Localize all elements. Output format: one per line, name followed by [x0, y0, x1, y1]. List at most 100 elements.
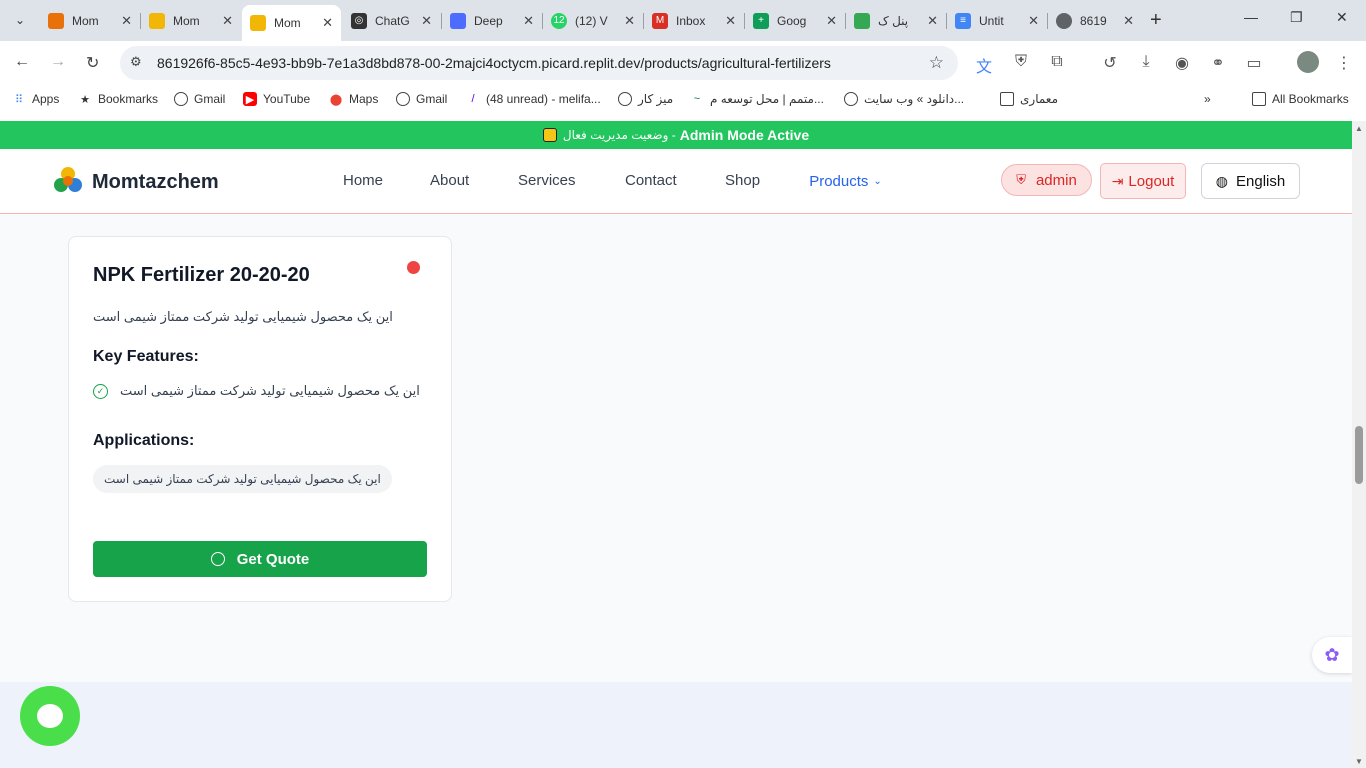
close-icon[interactable]: ✕ [222, 13, 233, 29]
feature-text: این یک محصول شیمیایی تولید شرکت ممتاز شی… [120, 383, 420, 398]
logout-label: Logout [1128, 172, 1175, 190]
bookmark-bookmarks[interactable]: ★ Bookmarks [78, 92, 158, 106]
browser-tab-5[interactable]: Deep ✕ [442, 6, 542, 35]
bookmark-download-site[interactable]: دانلود » وب سایت... [844, 92, 964, 106]
logout-button[interactable]: ⇥ Logout [1100, 163, 1186, 199]
close-icon[interactable]: ✕ [624, 13, 635, 29]
bookmark-gmail[interactable]: Gmail [174, 92, 225, 106]
nav-home[interactable]: Home [343, 172, 383, 189]
scrollbar-thumb[interactable] [1355, 426, 1363, 484]
browser-tab-10[interactable]: ≡ Untit ✕ [947, 6, 1047, 35]
kebab-menu-icon[interactable]: ⋮ [1334, 53, 1354, 73]
applications-heading: Applications: [93, 432, 195, 449]
bookmark-youtube[interactable]: ▶ YouTube [243, 92, 310, 106]
browser-tab-active[interactable]: Mom ✕ [242, 5, 341, 41]
url-text[interactable]: 861926f6-85c5-4e93-bb9b-7e1a3d8bd878-00-… [157, 55, 831, 71]
bookmark-all-bookmarks[interactable]: All Bookmarks [1252, 92, 1349, 106]
nav-about[interactable]: About [430, 172, 469, 189]
scroll-down-arrow-icon[interactable]: ▼ [1355, 757, 1363, 766]
apps-grid-icon: ⠿ [14, 93, 24, 106]
close-window-icon[interactable]: ✕ [1336, 9, 1348, 26]
nav-services[interactable]: Services [518, 172, 576, 189]
momtazchem-logo-icon[interactable] [52, 165, 84, 197]
close-icon[interactable]: ✕ [927, 13, 938, 29]
forward-arrow-icon[interactable]: → [50, 53, 66, 71]
nav-products-dropdown[interactable]: Products ⌄ [795, 161, 896, 201]
tab-groups-icon[interactable]: ▭ [1244, 53, 1264, 73]
google-docs-icon: ≡ [955, 12, 971, 29]
page-scrollbar[interactable]: ▲ ▼ [1352, 121, 1366, 768]
google-translate-icon[interactable]: 文 [974, 53, 994, 77]
motamem-icon: ~ [693, 93, 701, 105]
scroll-up-arrow-icon[interactable]: ▲ [1355, 124, 1363, 133]
web-page: وضعیت مدیریت فعال - Admin Mode Active Mo… [0, 121, 1352, 768]
screenshot-icon[interactable]: ◉ [1172, 53, 1192, 73]
ai-assistant-brain-icon[interactable]: ✿ [1312, 637, 1352, 673]
bookmark-gmail-2[interactable]: Gmail [396, 92, 447, 106]
close-icon[interactable]: ✕ [523, 13, 534, 29]
get-quote-button[interactable]: Get Quote [93, 541, 427, 577]
bookmark-apps[interactable]: ⠿ Apps [12, 92, 59, 106]
nav-shop[interactable]: Shop [725, 172, 760, 189]
tab-search-chevron-icon[interactable]: ⌄ [8, 8, 32, 32]
globe-icon [174, 92, 188, 106]
browser-tab-8[interactable]: + Goog ✕ [745, 6, 845, 35]
browser-tab-11[interactable]: 8619 ✕ [1048, 6, 1142, 35]
momtazchem-logo-icon [250, 15, 266, 31]
google-sheets-plus-icon: + [753, 12, 769, 29]
close-icon[interactable]: ✕ [121, 13, 132, 29]
browser-tab-2[interactable]: Mom ✕ [141, 6, 241, 35]
site-settings-icon[interactable]: ⚙ [130, 54, 142, 70]
chatgpt-icon: ◎ [351, 12, 367, 29]
bookmark-motamem[interactable]: ~ متمم | محل توسعه م... [690, 92, 824, 106]
close-icon[interactable]: ✕ [1028, 13, 1039, 29]
globe-icon [618, 92, 632, 106]
back-arrow-icon[interactable]: ← [14, 53, 30, 71]
yahoo-icon: / [471, 93, 475, 105]
profile-avatar[interactable] [1297, 51, 1319, 73]
shield-extension-icon[interactable]: ⛨ [1011, 53, 1031, 71]
browser-tab-strip: ⌄ Mom ✕ Mom ✕ Mom ✕ ◎ ChatG ✕ Deep ✕ 12 … [0, 0, 1366, 41]
language-switcher-button[interactable]: ◍ English [1201, 163, 1300, 199]
address-bar[interactable]: ⚙ 861926f6-85c5-4e93-bb9b-7e1a3d8bd878-0… [120, 46, 958, 80]
youtube-icon: ▶ [243, 92, 257, 106]
bookmarks-overflow-icon[interactable]: » [1204, 92, 1211, 106]
key-features-heading: Key Features: [93, 348, 199, 365]
close-icon[interactable]: ✕ [1123, 13, 1134, 29]
admin-badge-button[interactable]: ⛨ admin [1001, 164, 1092, 196]
fertilizer-icon [48, 12, 64, 29]
download-icon[interactable]: ⤓ [1136, 53, 1156, 71]
admin-mode-text: Admin Mode Active [679, 127, 810, 143]
history-icon[interactable]: ↺ [1100, 53, 1120, 73]
minimize-icon[interactable]: — [1244, 9, 1258, 25]
browser-tab-4[interactable]: ◎ ChatG ✕ [343, 6, 440, 35]
globe-icon [844, 92, 858, 106]
status-indicator-dot [407, 261, 420, 274]
browser-tab-6[interactable]: 12 (12) V ✕ [543, 6, 643, 35]
browser-tab-1[interactable]: Mom ✕ [40, 6, 140, 35]
extensions-puzzle-icon[interactable]: ⧉ [1047, 53, 1067, 71]
restore-icon[interactable]: ❐ [1290, 9, 1303, 26]
close-icon[interactable]: ✕ [322, 15, 333, 31]
bookmark-folder-architecture[interactable]: معماری [1000, 92, 1058, 106]
bookmark-star-icon[interactable]: ☆ [929, 53, 944, 73]
browser-tab-7[interactable]: M Inbox ✕ [644, 6, 744, 35]
folder-icon [1000, 92, 1014, 106]
logout-icon: ⇥ [1111, 172, 1124, 189]
whatsapp-icon: 12 [551, 12, 567, 29]
bookmark-desk[interactable]: میز کار [618, 92, 673, 106]
browser-tab-9[interactable]: پنل ک ✕ [846, 6, 946, 35]
link-icon[interactable]: ⚭ [1208, 53, 1228, 73]
chevron-down-icon: ⌄ [873, 175, 882, 187]
star-icon: ★ [80, 93, 90, 106]
nav-contact[interactable]: Contact [625, 172, 677, 189]
close-icon[interactable]: ✕ [725, 13, 736, 29]
reload-icon[interactable]: ↻ [86, 53, 99, 73]
bookmark-maps[interactable]: ⬤ Maps [329, 92, 379, 106]
bookmark-yahoo-mail[interactable]: / (48 unread) - melifa... [466, 92, 600, 106]
close-icon[interactable]: ✕ [421, 13, 432, 29]
close-icon[interactable]: ✕ [826, 13, 837, 29]
chat-widget-button[interactable] [20, 686, 80, 746]
new-tab-plus-icon[interactable]: + [1150, 9, 1162, 32]
brand-name[interactable]: Momtazchem [92, 171, 219, 194]
